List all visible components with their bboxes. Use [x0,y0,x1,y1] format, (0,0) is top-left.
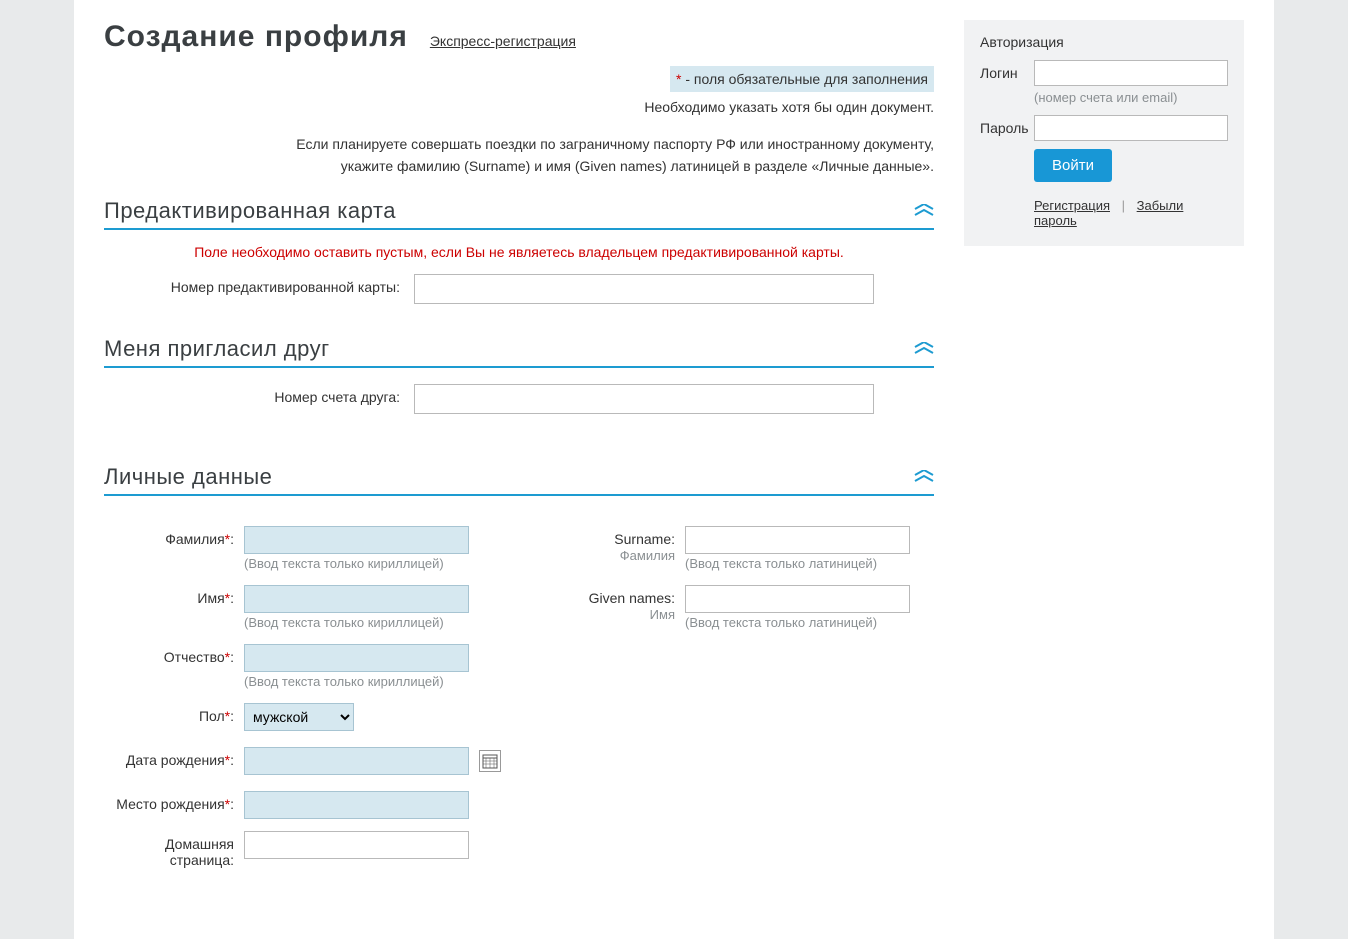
section-friend-title: Меня пригласил друг [104,336,330,362]
required-hint: * - поля обязательные для заполнения [670,66,934,92]
doc-hint: Необходимо указать хотя бы один документ… [104,96,934,118]
password-label: Пароль [980,120,1034,136]
name-ru-label: Имя*: [104,585,244,607]
auth-box: Авторизация Логин (номер счета или email… [964,20,1244,246]
login-hint: (номер счета или email) [1034,90,1228,105]
surname-ru-label: Фамилия*: [104,526,244,548]
section-personal-title: Личные данные [104,464,272,490]
homepage-label: Домашняя страница: [104,831,244,870]
login-input[interactable] [1034,60,1228,86]
given-en-label: Given names: Имя [545,585,685,624]
gender-select[interactable]: мужской [244,703,354,731]
info-block: * - поля обязательные для заполнения Нео… [104,66,934,178]
surname-ru-hint: (Ввод текста только кириллицей) [244,556,501,571]
register-link[interactable]: Регистрация [1034,198,1110,213]
patronymic-input[interactable] [244,644,469,672]
gender-label: Пол*: [104,703,244,725]
friend-number-label: Номер счета друга: [104,384,414,405]
precard-number-label: Номер предактивированной карты: [104,274,414,295]
name-ru-input[interactable] [244,585,469,613]
collapse-icon[interactable] [914,469,934,485]
login-label: Логин [980,65,1034,81]
auth-title: Авторизация [980,34,1228,50]
express-registration-link[interactable]: Экспресс-регистрация [430,33,576,49]
passport-hint-1: Если планируете совершать поездки по заг… [104,133,934,155]
surname-ru-input[interactable] [244,526,469,554]
passport-hint-2: укажите фамилию (Surname) и имя (Given n… [104,155,934,177]
section-precard-title: Предактивированная карта [104,198,396,224]
patronymic-hint: (Ввод текста только кириллицей) [244,674,501,689]
precard-hint: Поле необходимо оставить пустым, если Вы… [104,244,934,260]
surname-en-label: Surname: Фамилия [545,526,685,565]
collapse-icon[interactable] [914,341,934,357]
surname-en-hint: (Ввод текста только латиницей) [685,556,934,571]
calendar-icon[interactable] [479,750,501,772]
birthplace-input[interactable] [244,791,469,819]
sep: | [1122,198,1125,213]
password-input[interactable] [1034,115,1228,141]
surname-en-input[interactable] [685,526,910,554]
precard-number-input[interactable] [414,274,874,304]
birthplace-label: Место рождения*: [104,791,244,813]
given-en-input[interactable] [685,585,910,613]
patronymic-label: Отчество*: [104,644,244,666]
birthdate-input[interactable] [244,747,469,775]
homepage-input[interactable] [244,831,469,859]
name-ru-hint: (Ввод текста только кириллицей) [244,615,501,630]
login-button[interactable]: Войти [1034,149,1112,182]
birthdate-label: Дата рождения*: [104,747,244,769]
collapse-icon[interactable] [914,203,934,219]
page-title: Создание профиля [104,20,408,54]
given-en-hint: (Ввод текста только латиницей) [685,615,934,630]
friend-number-input[interactable] [414,384,874,414]
